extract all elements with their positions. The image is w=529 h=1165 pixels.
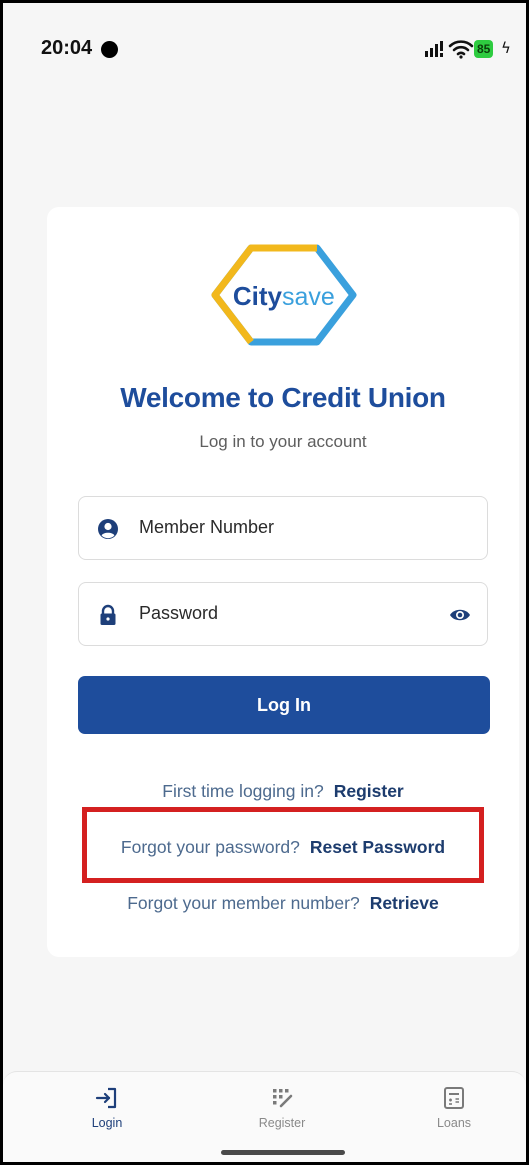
wifi-icon [448, 40, 474, 59]
charging-icon: ϟ [501, 39, 511, 57]
battery-level: 85 [474, 40, 494, 58]
nav-item-register[interactable]: Register [237, 1086, 327, 1130]
page-title: Welcome to Credit Union [120, 382, 446, 413]
signal-icon [425, 41, 443, 57]
member-number-placeholder: Member Number [139, 517, 275, 537]
password-placeholder: Password [139, 603, 219, 623]
bottom-nav: Login Register Loans [3, 1071, 526, 1162]
login-card: City save Welcome to Credit Union Log in… [47, 207, 519, 957]
nav-label-loans: Loans [436, 1116, 472, 1130]
login-icon [95, 1087, 117, 1109]
nav-label-register: Register [258, 1116, 306, 1130]
logo-text-save: save [282, 283, 335, 311]
register-row: First time logging in? Register [47, 781, 519, 802]
retrieve-member-row: Forgot your member number? Retrieve [47, 893, 519, 914]
calculator-icon [444, 1087, 464, 1109]
nav-item-loans[interactable]: Loans [409, 1086, 499, 1130]
logo-text-city: City [233, 281, 283, 311]
eye-icon[interactable] [449, 606, 471, 624]
reset-password-row: Forgot your password? Reset Password [47, 837, 519, 858]
lock-icon [100, 604, 116, 625]
nav-item-login[interactable]: Login [62, 1086, 152, 1130]
page-subtitle: Log in to your account [199, 432, 367, 451]
status-time: 20:04 [41, 37, 93, 59]
register-icon [273, 1089, 293, 1108]
reset-password-link[interactable]: Reset Password [310, 837, 445, 857]
register-link[interactable]: Register [334, 781, 404, 801]
reset-password-prompt: Forgot your password? [120, 837, 300, 857]
status-bar: 20:04 85 ϟ [3, 3, 526, 95]
app-screen: 20:04 85 ϟ City save Welcome to Credit U… [3, 3, 526, 1162]
citysave-logo: City save [211, 244, 357, 346]
member-number-field[interactable]: Member Number [78, 496, 488, 560]
user-circle-icon [98, 519, 118, 539]
home-indicator [221, 1150, 345, 1155]
password-field[interactable]: Password [78, 582, 488, 646]
register-prompt: First time logging in? [162, 781, 324, 801]
recording-dot-icon [101, 41, 118, 58]
retrieve-prompt: Forgot your member number? [127, 893, 360, 913]
nav-label-login: Login [91, 1116, 123, 1130]
login-button[interactable]: Log In [78, 676, 490, 734]
retrieve-link[interactable]: Retrieve [370, 893, 439, 913]
